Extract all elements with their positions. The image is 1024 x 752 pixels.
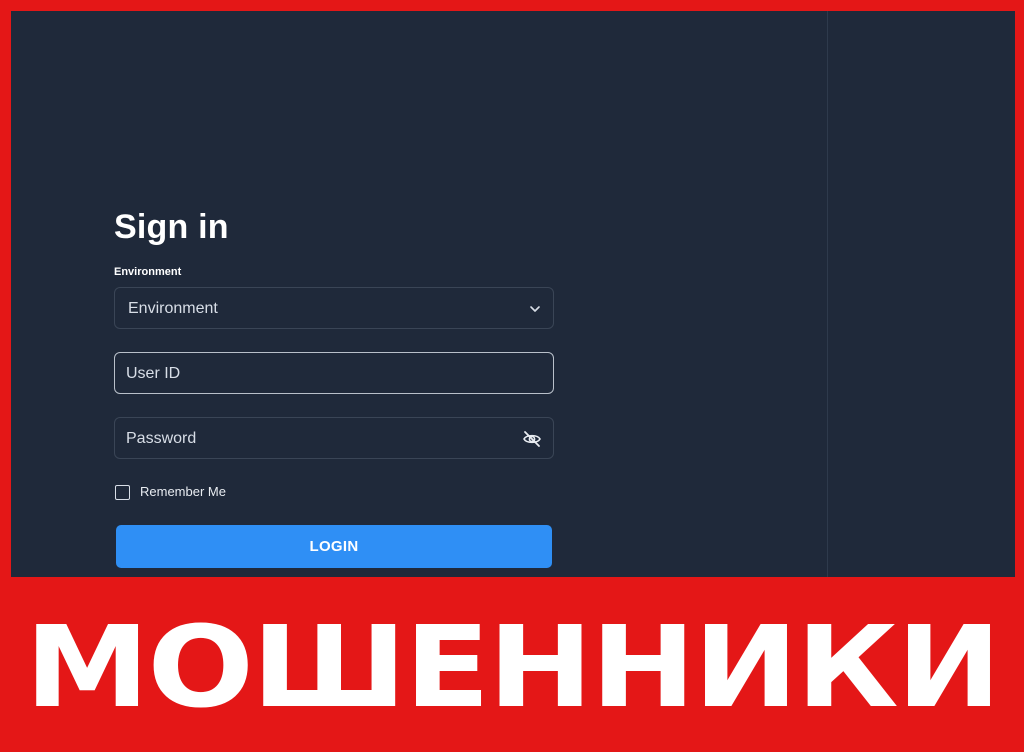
- environment-label: Environment: [114, 266, 182, 278]
- login-screen: Sign in Environment Environment User ID …: [11, 11, 1015, 577]
- page-title: Sign in: [114, 208, 229, 246]
- login-button[interactable]: LOGIN: [116, 525, 552, 568]
- eye-off-icon[interactable]: [522, 429, 542, 449]
- remember-me-checkbox[interactable]: [115, 484, 130, 500]
- sign-in-form: Sign in Environment Environment User ID …: [114, 207, 554, 568]
- environment-select[interactable]: Environment: [114, 287, 554, 329]
- password-field[interactable]: Password: [114, 417, 554, 459]
- remember-me-row: Remember Me: [114, 483, 554, 501]
- panel-divider: [827, 11, 828, 577]
- user-id-field[interactable]: User ID: [114, 352, 554, 394]
- remember-me-label[interactable]: Remember Me: [140, 484, 226, 500]
- warning-banner: МОШЕННИКИ: [0, 584, 1024, 752]
- password-placeholder: Password: [126, 430, 197, 447]
- chevron-down-icon: [530, 306, 540, 312]
- environment-select-value: Environment: [128, 300, 218, 317]
- warning-banner-text: МОШЕННИКИ: [24, 603, 1002, 733]
- user-id-placeholder: User ID: [126, 365, 181, 382]
- warning-frame: Sign in Environment Environment User ID …: [0, 0, 1024, 752]
